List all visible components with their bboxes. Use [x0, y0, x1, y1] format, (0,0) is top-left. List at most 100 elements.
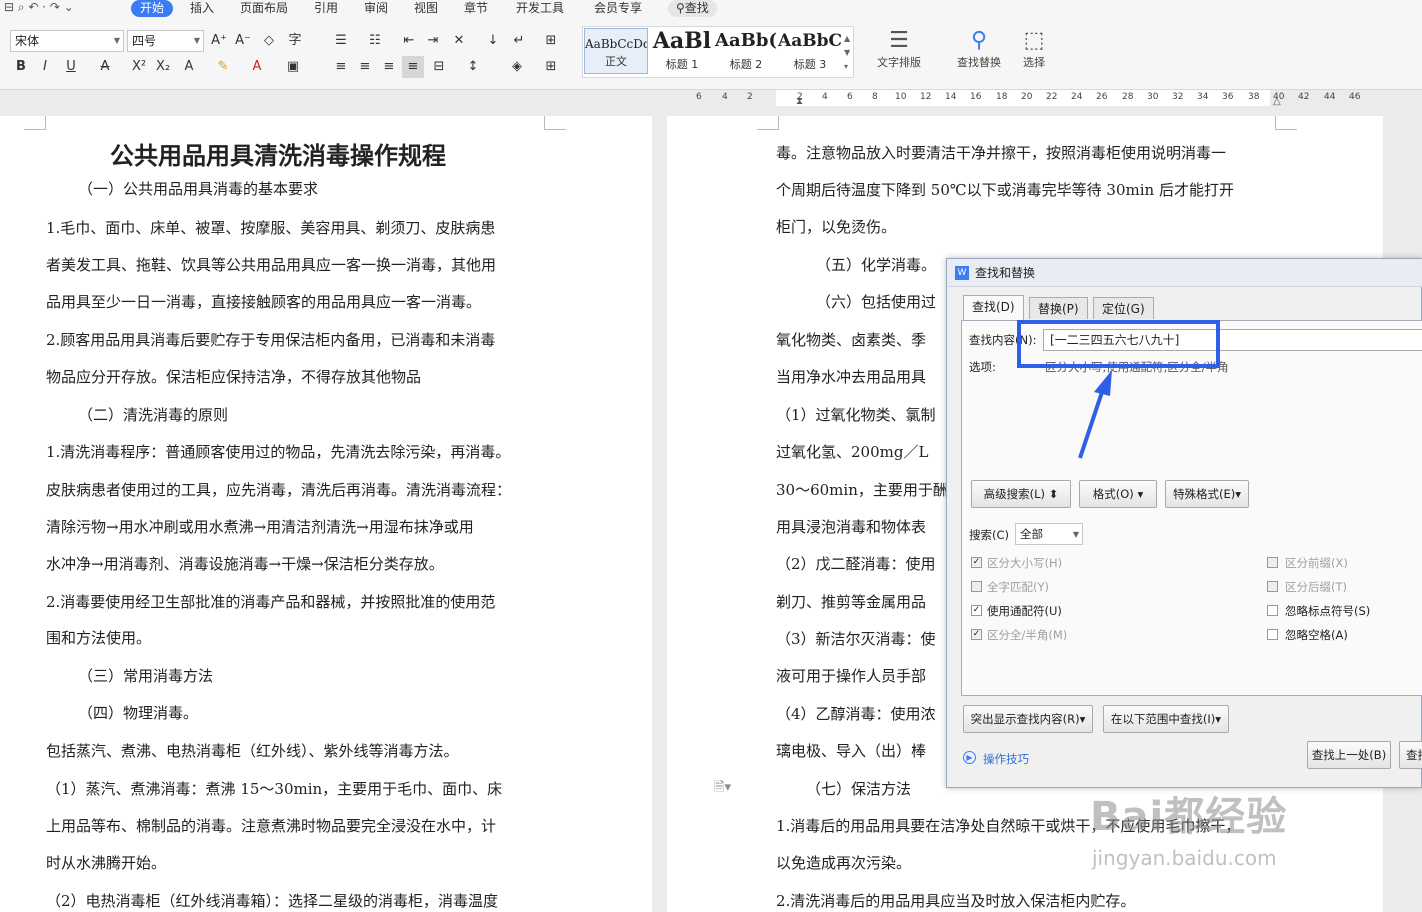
- find-previous-button[interactable]: 查找上一处(B): [1307, 741, 1391, 769]
- tab-chapter[interactable]: 章节: [464, 0, 488, 17]
- tab-home[interactable]: 开始: [131, 0, 174, 17]
- page2-line: 个周期后待温度下降到 50℃以下或消毒完毕等待 30min 后才能打开: [776, 181, 1234, 199]
- page2-line: 以免造成再次污染。: [776, 854, 912, 872]
- indent-marker-icon[interactable]: ⧗: [796, 96, 803, 107]
- wps-logo-icon: W: [955, 266, 969, 280]
- advanced-search-button[interactable]: 高级搜索(L) ⬍: [971, 480, 1071, 508]
- bold-icon[interactable]: B: [10, 56, 32, 78]
- font-name-select[interactable]: 宋体 ▼: [10, 30, 124, 52]
- check-label: 忽略标点符号(S): [1285, 604, 1371, 618]
- play-tips-icon[interactable]: ▶: [963, 751, 976, 764]
- distribute-icon[interactable]: ⊟: [428, 56, 450, 78]
- page2-line: 柜门，以免烫伤。: [776, 218, 897, 236]
- options-label: 选项:: [969, 360, 996, 374]
- page2-line: 当用净水冲去用品用具: [776, 368, 927, 386]
- annotation-arrow-icon: [1078, 370, 1112, 459]
- page1-line: 1.清洗消毒程序：普通顾客使用过的物品，先清洗去除污染，再消毒。: [46, 443, 511, 461]
- page-corner-mark: [1275, 116, 1297, 130]
- style-scroll-icon[interactable]: ▲ ▼ ▾: [844, 32, 850, 74]
- line-spacing-icon[interactable]: ↕: [462, 56, 484, 78]
- strikethrough-icon[interactable]: A: [94, 56, 116, 78]
- numbered-list-icon[interactable]: ☷: [364, 30, 386, 52]
- shrink-font-icon[interactable]: A⁻: [232, 30, 254, 52]
- right-indent-marker-icon[interactable]: △: [1273, 96, 1281, 107]
- text-effect-icon[interactable]: A: [178, 56, 200, 78]
- tab-page-layout[interactable]: 页面布局: [240, 0, 288, 17]
- page2-line: （2）戊二醛消毒：使用: [776, 555, 936, 573]
- checkbox-full-half-width[interactable]: ✓: [971, 629, 982, 640]
- font-color-icon[interactable]: A: [246, 56, 268, 78]
- justify-icon[interactable]: ≡: [402, 56, 424, 78]
- checkbox-wildcards[interactable]: ✓: [971, 605, 982, 616]
- checkbox-ignore-punctuation[interactable]: [1267, 605, 1278, 616]
- style-normal[interactable]: AaBbCcDd 正文: [584, 28, 648, 74]
- check-label: 区分后缀(T): [1285, 580, 1347, 594]
- find-in-range-button[interactable]: 在以下范围中查找(I)▾: [1103, 705, 1229, 733]
- pinyin-icon[interactable]: 字: [284, 30, 306, 52]
- search-scope-select[interactable]: 全部 ▼: [1015, 523, 1083, 545]
- highlight-icon[interactable]: ✎: [212, 56, 234, 78]
- page2-line: 用具浸泡消毒和物体表: [776, 518, 927, 536]
- borders-icon[interactable]: ⊞: [540, 56, 562, 78]
- char-border-icon[interactable]: ▣: [282, 56, 304, 78]
- checkbox-ignore-spaces[interactable]: [1267, 629, 1278, 640]
- find-replace-button[interactable]: ⚲ 查找替换: [948, 28, 1010, 70]
- ruler[interactable]: 6 4 2 2 4 6 8 10 12 14 16 18 20 22 24 26…: [690, 90, 1422, 107]
- style-heading-3[interactable]: AaBbC 标题 3: [778, 28, 842, 78]
- increase-indent-icon[interactable]: ⇥: [422, 30, 444, 52]
- grow-font-icon[interactable]: A⁺: [208, 30, 230, 52]
- tab-stops-icon[interactable]: ⊞: [540, 30, 562, 52]
- search-scope-label: 搜索(C): [969, 528, 1010, 542]
- format-button[interactable]: 格式(O) ▾: [1079, 480, 1157, 508]
- paragraph-marker-icon[interactable]: 🗎▾: [714, 778, 731, 800]
- checkbox-whole-word[interactable]: [971, 581, 982, 592]
- checkbox-match-suffix[interactable]: [1267, 581, 1278, 592]
- italic-icon[interactable]: I: [34, 56, 56, 78]
- quick-access-icons[interactable]: ⊟ ⌕ ↶ · ↷ ⌄: [4, 0, 74, 15]
- chinese-layout-icon[interactable]: ✕: [448, 30, 470, 52]
- tab-member[interactable]: 会员专享: [594, 0, 642, 17]
- page1-line: （三）常用消毒方法: [78, 667, 214, 685]
- bullet-list-icon[interactable]: ☰: [330, 30, 352, 52]
- subscript-icon[interactable]: X₂: [152, 56, 174, 78]
- page-corner-mark: [544, 116, 566, 130]
- clear-format-icon[interactable]: ◇: [258, 30, 280, 52]
- tab-developer[interactable]: 开发工具: [516, 0, 564, 17]
- tab-references[interactable]: 引用: [314, 0, 338, 17]
- sort-icon[interactable]: ↓: [482, 30, 504, 52]
- tab-view[interactable]: 视图: [414, 0, 438, 17]
- checkbox-match-prefix[interactable]: [1267, 557, 1278, 568]
- page1-line: （四）物理消毒。: [78, 704, 199, 722]
- tab-goto[interactable]: 定位(G): [1093, 297, 1154, 319]
- highlight-found-button[interactable]: 突出显示查找内容(R)▾: [963, 705, 1093, 733]
- checkbox-match-case[interactable]: ✓: [971, 557, 982, 568]
- align-center-icon[interactable]: ≡: [354, 56, 376, 78]
- text-layout-button[interactable]: ☰ 文字排版: [868, 28, 930, 70]
- find-next-button[interactable]: 查找: [1399, 741, 1422, 769]
- page2-line: （七）保洁方法: [806, 780, 912, 798]
- font-size-select[interactable]: 四号 ▼: [127, 30, 204, 52]
- shading-icon[interactable]: ◈: [506, 56, 528, 78]
- special-format-button[interactable]: 特殊格式(E)▾: [1165, 480, 1249, 508]
- show-marks-icon[interactable]: ↵: [508, 30, 530, 52]
- check-label: 区分前缀(X): [1285, 556, 1348, 570]
- search-box[interactable]: ⚲查找: [668, 0, 717, 17]
- tab-review[interactable]: 审阅: [364, 0, 388, 17]
- underline-icon[interactable]: U: [60, 56, 82, 78]
- tab-insert[interactable]: 插入: [190, 0, 214, 17]
- decrease-indent-icon[interactable]: ⇤: [398, 30, 420, 52]
- style-heading-1[interactable]: AaBl 标题 1: [650, 28, 714, 78]
- tips-link[interactable]: 操作技巧: [983, 751, 1029, 767]
- dialog-title-bar[interactable]: W 查找和替换: [947, 259, 1422, 287]
- search-icon: ⚲: [676, 1, 685, 15]
- check-label: 忽略空格(A): [1285, 628, 1348, 642]
- tab-find[interactable]: 查找(D): [963, 295, 1024, 320]
- align-right-icon[interactable]: ≡: [378, 56, 400, 78]
- tab-replace[interactable]: 替换(P): [1029, 297, 1088, 319]
- page-corner-mark: [757, 116, 779, 130]
- style-heading-2[interactable]: AaBb( 标题 2: [714, 28, 778, 78]
- page2-line: （1）过氧化物类、氯制: [776, 406, 936, 424]
- align-left-icon[interactable]: ≡: [330, 56, 352, 78]
- select-button[interactable]: ⬚ 选择: [1012, 28, 1056, 70]
- superscript-icon[interactable]: X²: [128, 56, 150, 78]
